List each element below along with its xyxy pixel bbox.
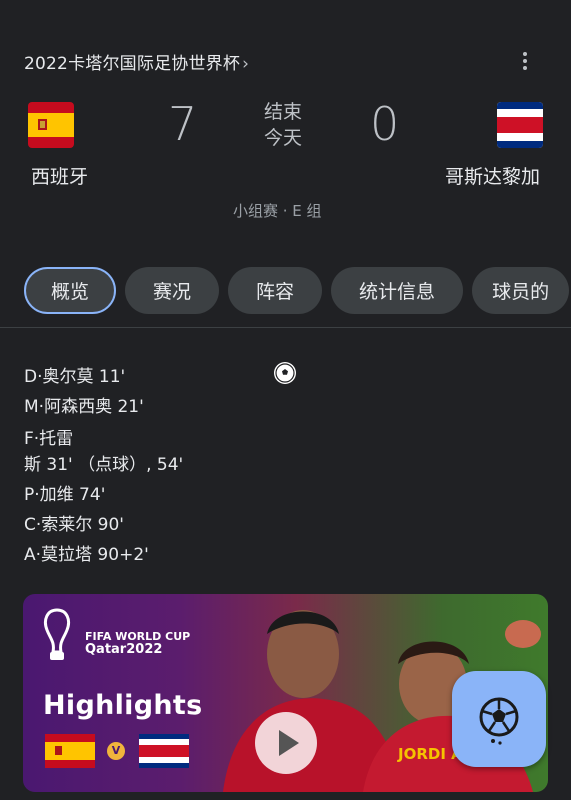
scorer-item: M·阿森西奥 21' [24,397,144,417]
costa-rica-flag-icon [139,734,189,768]
fifa-world-cup-brand: FIFA WORLD CUP Qatar2022 [85,630,190,656]
competition-name: 2022卡塔尔国际足协世界杯 [24,54,241,74]
away-team-name[interactable]: 哥斯达黎加 [445,162,540,189]
home-team-name[interactable]: 西班牙 [31,162,88,189]
spain-flag-icon [45,734,95,768]
group-stage-label: 小组赛 · E 组 [233,202,322,220]
soccer-ball-icon [273,361,297,385]
goal-scorers-list: D·奥尔莫 11' M·阿森西奥 21' F·托雷 斯 31' （点球）, 54… [24,362,183,570]
more-vert-icon[interactable] [514,50,536,74]
brand-line-2: Qatar2022 [85,642,163,657]
scorer-item: C·索莱尔 90' [24,515,124,535]
status-date: 今天 [264,127,303,149]
versus-badge: V [107,742,125,760]
spain-flag-icon [28,102,74,148]
away-score: 0 [370,97,400,151]
scorer-item: 斯 31' （点球）, 54' [24,455,184,475]
soccer-ball-fab-button[interactable] [452,671,546,767]
scorer-item: P·加维 74' [24,485,106,505]
tab-bar: 概览 赛况 阵容 统计信息 球员的 [24,267,570,314]
tab-stats[interactable]: 统计信息 [331,267,464,314]
tab-players[interactable]: 球员的 [472,267,570,314]
costa-rica-flag-icon [497,102,543,148]
bottom-edge [0,792,571,800]
scorer-item: D·奥尔莫 11' [24,367,126,387]
tab-match-events[interactable]: 赛况 [125,267,220,314]
tab-lineups[interactable]: 阵容 [228,267,323,314]
highlights-title: Highlights [43,690,203,721]
match-status: 结束 今天 [264,99,302,151]
competition-title[interactable]: 2022卡塔尔国际足协世界杯 › [24,49,249,74]
play-icon[interactable] [255,712,317,774]
status-finished: 结束 [264,101,303,123]
world-cup-trophy-logo [37,608,77,664]
scorer-item: F·托雷 [24,429,74,449]
home-score: 7 [168,97,198,151]
scorer-item: A·莫拉塔 90+2' [24,545,149,565]
divider [0,327,571,328]
tab-overview[interactable]: 概览 [24,267,117,314]
chevron-right-icon: › [242,54,250,74]
